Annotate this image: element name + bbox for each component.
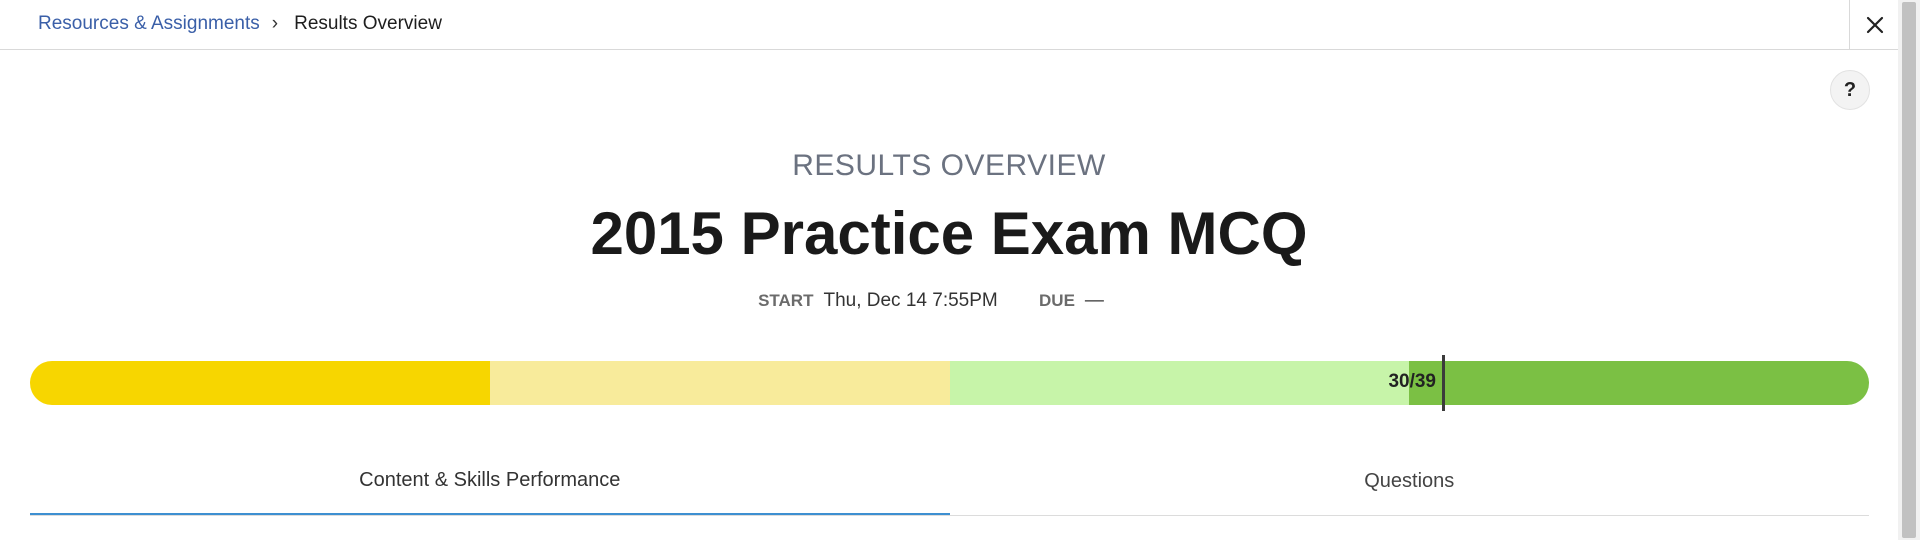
page-title: 2015 Practice Exam MCQ	[590, 200, 1308, 267]
help-button[interactable]: ?	[1830, 70, 1870, 110]
score-segment-4	[1409, 361, 1869, 405]
close-button[interactable]	[1849, 0, 1899, 49]
top-bar: Resources & Assignments › Results Overvi…	[0, 0, 1898, 50]
scrollbar[interactable]	[1898, 0, 1920, 540]
breadcrumb: Resources & Assignments › Results Overvi…	[38, 13, 442, 35]
breadcrumb-current: Results Overview	[294, 13, 442, 34]
score-marker	[1442, 355, 1445, 411]
tab-questions[interactable]: Questions	[950, 447, 1870, 515]
score-bar	[30, 361, 1869, 405]
start-label: START	[758, 291, 814, 310]
section-label: RESULTS OVERVIEW	[792, 149, 1106, 182]
due-label: DUE	[1039, 291, 1075, 310]
score-segment-2	[489, 361, 950, 405]
score-segment-1	[30, 361, 490, 405]
start-value: Thu, Dec 14 7:55PM	[823, 290, 998, 311]
assignment-dates: START Thu, Dec 14 7:55PM DUE —	[0, 290, 1898, 312]
score-segment-3	[949, 361, 1410, 405]
close-icon	[1866, 16, 1883, 33]
breadcrumb-link-resources[interactable]: Resources & Assignments	[38, 13, 260, 35]
tab-bar: Content & Skills Performance Questions	[30, 447, 1869, 516]
chevron-right-icon: ›	[271, 13, 279, 34]
scrollbar-thumb[interactable]	[1902, 2, 1916, 538]
tab-content-skills[interactable]: Content & Skills Performance	[30, 447, 950, 515]
score-text: 30/39	[1388, 371, 1436, 392]
due-value: —	[1084, 290, 1104, 311]
